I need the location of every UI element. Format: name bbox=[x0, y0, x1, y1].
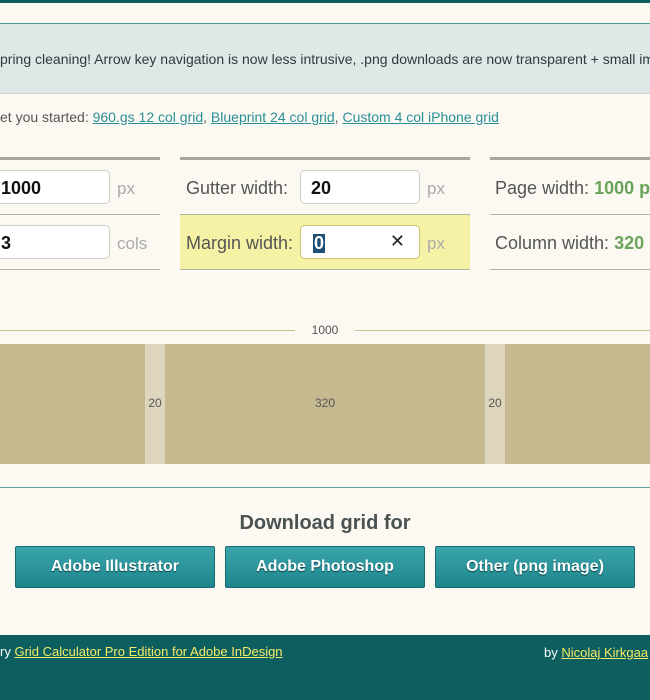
column-size-label: 320 bbox=[314, 396, 336, 410]
grid-preview: 20 320 20 bbox=[0, 344, 650, 464]
section-divider bbox=[0, 487, 650, 488]
download-photoshop-button[interactable]: Adobe Photoshop bbox=[225, 546, 425, 588]
width-unit: px bbox=[117, 179, 135, 198]
update-notice-text: pring cleaning! Arrow key navigation is … bbox=[0, 51, 650, 67]
margin-value-selected: 0 bbox=[313, 233, 326, 253]
margin-row: Margin width: 0 ✕ px bbox=[180, 215, 470, 270]
gutter-label: Gutter width: bbox=[186, 178, 289, 198]
ruler-line-right bbox=[355, 330, 650, 331]
width-input[interactable]: 1000 bbox=[0, 170, 110, 204]
results-group: Page width: 1000 p Column width: 320 bbox=[490, 157, 650, 272]
preset-blueprint-link[interactable]: Blueprint 24 col grid bbox=[211, 109, 335, 125]
preset-960gs-link[interactable]: 960.gs 12 col grid bbox=[93, 109, 204, 125]
settings-group-spacing: Gutter width: 20 px Margin width: 0 ✕ px bbox=[180, 157, 470, 272]
page-width-value: 1000 p bbox=[594, 178, 650, 198]
footer-left: ry Grid Calculator Pro Edition for Adobe… bbox=[0, 644, 283, 659]
margin-label: Margin width: bbox=[186, 233, 294, 253]
download-heading: Download grid for bbox=[239, 512, 411, 534]
page-width-label: Page width: bbox=[495, 178, 595, 198]
preset-links: et you started: 960.gs 12 col grid, Blue… bbox=[0, 109, 499, 125]
column-width-value: 320 bbox=[614, 233, 645, 253]
footer: ry Grid Calculator Pro Edition for Adobe… bbox=[0, 635, 650, 700]
author-link[interactable]: Nicolaj Kirkgaa bbox=[561, 645, 648, 660]
indesign-pro-link[interactable]: Grid Calculator Pro Edition for Adobe In… bbox=[14, 644, 282, 659]
columns-input[interactable]: 3 bbox=[0, 225, 110, 259]
margin-unit: px bbox=[427, 234, 445, 253]
gutter-row: Gutter width: 20 px bbox=[180, 160, 470, 215]
column-width-label: Column width: bbox=[495, 233, 615, 253]
page-width-text: Page width: 1000 p bbox=[495, 178, 650, 199]
ruler-label: 1000 bbox=[311, 323, 339, 337]
gutter-input[interactable]: 20 bbox=[300, 170, 420, 204]
settings-group-size: 1000 px 3 cols bbox=[0, 157, 160, 272]
ruler-line-left bbox=[0, 330, 295, 331]
clear-icon[interactable]: ✕ bbox=[390, 231, 405, 252]
top-band bbox=[0, 0, 650, 3]
update-notice: pring cleaning! Arrow key navigation is … bbox=[0, 23, 650, 94]
footer-right: by Nicolaj Kirkgaa bbox=[544, 645, 649, 660]
width-row: 1000 px bbox=[0, 160, 160, 215]
total-width-ruler: 1000 bbox=[0, 323, 650, 337]
column-width-text: Column width: 320 bbox=[495, 233, 644, 254]
download-png-button[interactable]: Other (png image) bbox=[435, 546, 635, 588]
grid-column bbox=[0, 344, 145, 464]
columns-row: 3 cols bbox=[0, 215, 160, 270]
download-illustrator-button[interactable]: Adobe Illustrator bbox=[15, 546, 215, 588]
column-width-row: Column width: 320 bbox=[490, 215, 650, 270]
margin-input[interactable]: 0 ✕ bbox=[300, 225, 420, 259]
gutter-size-label: 20 bbox=[148, 396, 162, 410]
gutter-size-label: 20 bbox=[488, 396, 502, 410]
grid-column bbox=[505, 344, 650, 464]
columns-unit: cols bbox=[117, 234, 148, 253]
gutter-unit: px bbox=[427, 179, 445, 198]
preset-lead: et you started: bbox=[0, 109, 93, 125]
preset-iphone-link[interactable]: Custom 4 col iPhone grid bbox=[342, 109, 498, 125]
page-width-row: Page width: 1000 p bbox=[490, 160, 650, 215]
